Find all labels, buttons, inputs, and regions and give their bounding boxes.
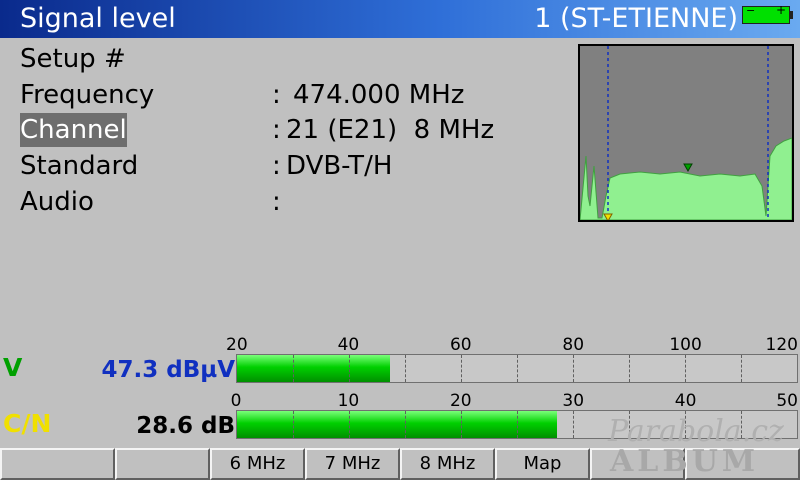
spectrum-trace [579,137,793,221]
level-scale-tick-40: 40 [337,335,360,355]
cn-scale-tick-50: 50 [776,391,798,411]
cn-bar-gridline [349,411,350,438]
battery-icon: − + [742,3,793,24]
cn-bar-gridline [293,411,294,438]
frequency-colon: : [272,80,281,110]
cn-scale-tick-30: 30 [562,391,585,411]
level-bar-gridline [349,355,350,382]
level-meter-label: V [3,353,23,382]
cn-value: 28.6 dB [136,413,235,439]
level-scale-tick-60: 60 [449,335,472,355]
standard-value: DVB-T/H [286,151,393,181]
standard-colon: : [272,151,281,181]
level-scale-tick-120: 120 [765,335,798,355]
level-scale-tick-100: 100 [669,335,702,355]
level-bar-gridline [741,355,742,382]
channel-value: 21 (E21) 8 MHz [286,115,495,145]
softkey-map[interactable]: Map [495,448,590,480]
title-bar: Signal level 1 (ST-ETIENNE) − + [0,0,800,38]
level-bar-gridline [685,355,686,382]
setup-label: Setup # [20,44,126,74]
cn-bar-fill [237,411,558,438]
location-label: 1 (ST-ETIENNE) [534,3,738,34]
cn-bar-gridline [461,411,462,438]
audio-colon: : [272,187,281,217]
cn-bar-gridline [517,411,518,438]
level-value: 47.3 dBµV [101,357,235,383]
spectrum-graph [579,46,793,223]
softkey-1[interactable] [0,448,115,480]
audio-label: Audio [20,187,94,217]
cn-scale-tick-40: 40 [674,391,697,411]
level-bar-gridline [405,355,406,382]
cn-scale-tick-20: 20 [449,391,472,411]
level-bar [236,354,798,383]
level-scale-tick-80: 80 [562,335,585,355]
cn-bar-gridline [405,411,406,438]
level-bar-gridline [517,355,518,382]
level-bar-gridline [293,355,294,382]
softkey-8mhz[interactable]: 8 MHz [400,448,495,480]
level-bar-fill [237,355,390,382]
cn-scale-tick-0: 0 [230,391,242,411]
level-bar-gridline [573,355,574,382]
frequency-value: 474.000 MHz [293,80,465,110]
standard-label: Standard [20,151,139,181]
screen-title: Signal level [20,3,176,34]
channel-label[interactable]: Channel [20,113,127,147]
spectrum-view [578,44,794,223]
level-bar-gridline [461,355,462,382]
softkey-7mhz[interactable]: 7 MHz [305,448,400,480]
frequency-label: Frequency [20,80,155,110]
battery-minus: − [746,4,756,17]
watermark-album: ALBUM [610,444,760,479]
level-bar-gridline [629,355,630,382]
softkey-2[interactable] [115,448,210,480]
channel-colon: : [272,115,281,145]
level-scale-tick-20: 20 [226,335,248,355]
cn-bar-gridline [573,411,574,438]
softkey-6mhz[interactable]: 6 MHz [210,448,305,480]
center-marker [683,163,693,173]
battery-plus: + [775,3,786,17]
cn-scale-tick-10: 10 [337,391,360,411]
